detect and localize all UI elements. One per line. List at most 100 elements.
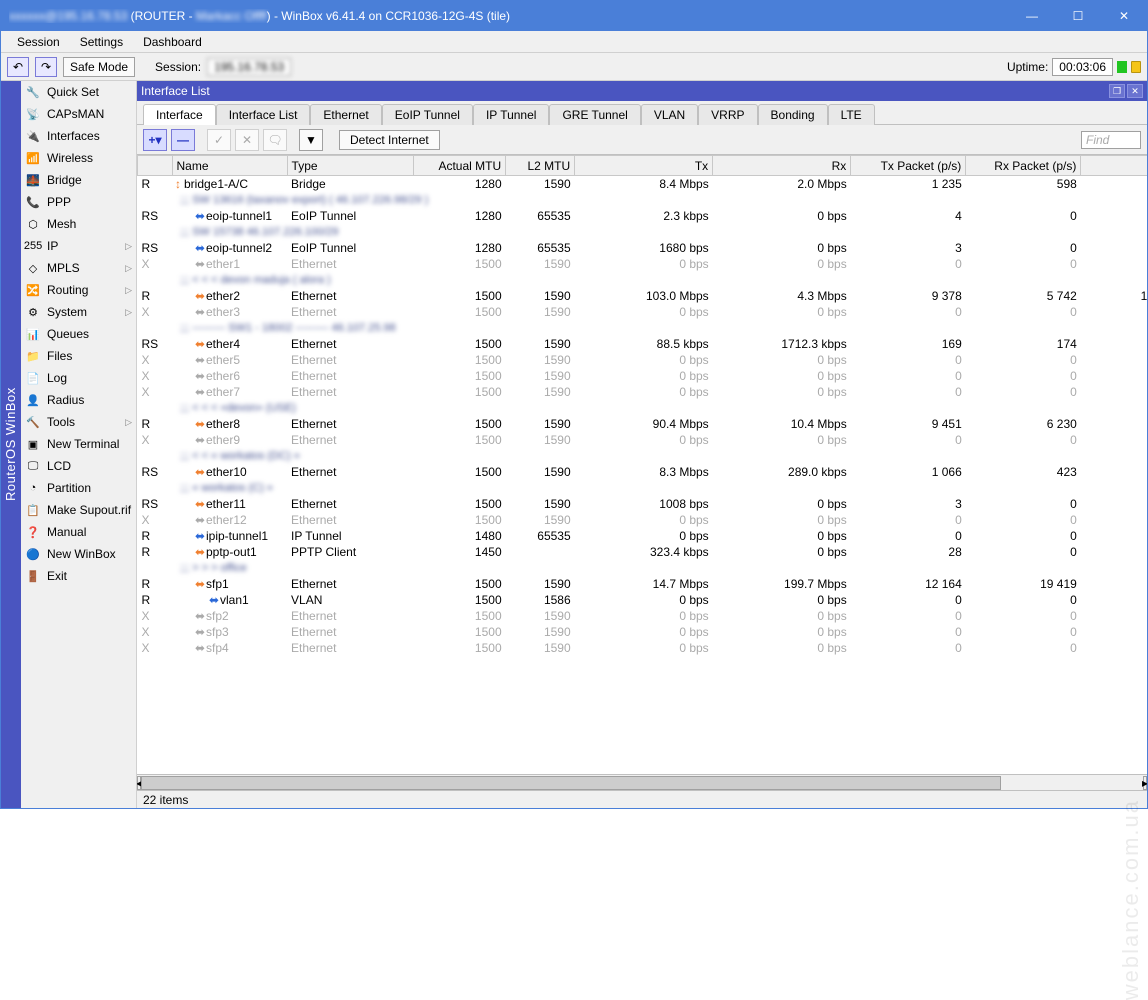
table-row[interactable]: X ⬌sfp2 Ethernet 1500 1590 0 bps 0 bps 0… [138, 608, 1148, 624]
column-header[interactable]: L2 MTU [506, 156, 575, 176]
table-row[interactable]: X ⬌ether6 Ethernet 1500 1590 0 bps 0 bps… [138, 368, 1148, 384]
table-row[interactable]: RS ⬌ether11 Ethernet 1500 1590 1008 bps … [138, 496, 1148, 512]
column-header[interactable] [138, 156, 173, 176]
table-row[interactable]: X ⬌ether9 Ethernet 1500 1590 0 bps 0 bps… [138, 432, 1148, 448]
sidebar-item-mesh[interactable]: ⬡Mesh [21, 213, 136, 235]
sidebar-item-lcd[interactable]: 🖵LCD [21, 455, 136, 477]
table-row[interactable]: ;;; < < < devon maduja ( alora ) [138, 272, 1148, 288]
tab-interface-list[interactable]: Interface List [216, 104, 311, 125]
tab-eoip-tunnel[interactable]: EoIP Tunnel [382, 104, 473, 125]
close-button[interactable]: ✕ [1101, 1, 1147, 31]
sidebar-icon: 🔵 [25, 546, 41, 562]
column-header[interactable]: Type [287, 156, 414, 176]
table-row[interactable]: ;;; « workatos (C) » [138, 480, 1148, 496]
safe-mode-button[interactable]: Safe Mode [63, 57, 135, 77]
sidebar-item-bridge[interactable]: 🌉Bridge [21, 169, 136, 191]
sidebar-item-interfaces[interactable]: 🔌Interfaces [21, 125, 136, 147]
remove-button[interactable]: — [171, 129, 195, 151]
column-header[interactable]: FP Tx [1081, 156, 1147, 176]
table-row[interactable]: ;;; SW 13616 (taxanov export) ( 46.107.2… [138, 192, 1148, 208]
tab-ethernet[interactable]: Ethernet [310, 104, 381, 125]
enable-button[interactable]: ✓ [207, 129, 231, 151]
table-row[interactable]: X ⬌ether1 Ethernet 1500 1590 0 bps 0 bps… [138, 256, 1148, 272]
sidebar-item-ip[interactable]: 255IP▷ [21, 235, 136, 257]
tab-ip-tunnel[interactable]: IP Tunnel [473, 104, 549, 125]
filter-button[interactable]: ▼ [299, 129, 323, 151]
tab-interface[interactable]: Interface [143, 104, 216, 125]
detect-internet-button[interactable]: Detect Internet [339, 130, 440, 150]
add-button[interactable]: +▾ [143, 129, 167, 151]
column-header[interactable]: Tx [575, 156, 713, 176]
sidebar-item-radius[interactable]: 👤Radius [21, 389, 136, 411]
sidebar-item-manual[interactable]: ❓Manual [21, 521, 136, 543]
table-row[interactable]: ;;; < < « workatos (DC) » [138, 448, 1148, 464]
interface-icon: ⬌ [194, 209, 206, 223]
menu-dashboard[interactable]: Dashboard [133, 33, 212, 51]
tab-lte[interactable]: LTE [828, 104, 875, 125]
sidebar-item-tools[interactable]: 🔨Tools▷ [21, 411, 136, 433]
sidebar-item-label: Log [47, 371, 67, 385]
sidebar-item-ppp[interactable]: 📞PPP [21, 191, 136, 213]
sidebar-item-mpls[interactable]: ◇MPLS▷ [21, 257, 136, 279]
sidebar-item-log[interactable]: 📄Log [21, 367, 136, 389]
sidebar-item-new-winbox[interactable]: 🔵New WinBox [21, 543, 136, 565]
column-header[interactable]: Rx [713, 156, 851, 176]
menu-settings[interactable]: Settings [70, 33, 133, 51]
sidebar-icon: ◇ [25, 260, 41, 276]
maximize-button[interactable]: ☐ [1055, 1, 1101, 31]
find-input[interactable]: Find [1081, 131, 1141, 149]
table-row[interactable]: ;;; > > > office [138, 560, 1148, 576]
table-row[interactable]: ;;; < < < «devon» (USE) [138, 400, 1148, 416]
table-row[interactable]: R ⬌ether2 Ethernet 1500 1590 103.0 Mbps … [138, 288, 1148, 304]
column-header[interactable]: Rx Packet (p/s) [966, 156, 1081, 176]
table-row[interactable]: R ⬌ipip-tunnel1 IP Tunnel 1480 65535 0 b… [138, 528, 1148, 544]
interface-table-wrap[interactable]: NameTypeActual MTUL2 MTUTxRxTx Packet (p… [137, 155, 1147, 774]
tab-gre-tunnel[interactable]: GRE Tunnel [549, 104, 640, 125]
column-header[interactable]: Actual MTU [414, 156, 506, 176]
table-row[interactable]: X ⬌ether3 Ethernet 1500 1590 0 bps 0 bps… [138, 304, 1148, 320]
tab-bonding[interactable]: Bonding [758, 104, 828, 125]
table-row[interactable]: R ⬌vlan1 VLAN 1500 1586 0 bps 0 bps 0 0 … [138, 592, 1148, 608]
undo-button[interactable]: ↶ [7, 57, 29, 77]
sidebar-item-files[interactable]: 📁Files [21, 345, 136, 367]
table-row[interactable]: X ⬌ether7 Ethernet 1500 1590 0 bps 0 bps… [138, 384, 1148, 400]
table-row[interactable]: X ⬌ether12 Ethernet 1500 1590 0 bps 0 bp… [138, 512, 1148, 528]
table-row[interactable]: RS ⬌ether10 Ethernet 1500 1590 8.3 Mbps … [138, 464, 1148, 480]
sidebar-item-new-terminal[interactable]: ▣New Terminal [21, 433, 136, 455]
sidebar-item-quick-set[interactable]: 🔧Quick Set [21, 81, 136, 103]
redo-button[interactable]: ↷ [35, 57, 57, 77]
sidebar-item-routing[interactable]: 🔀Routing▷ [21, 279, 136, 301]
sidebar-item-exit[interactable]: 🚪Exit [21, 565, 136, 587]
table-row[interactable]: ;;; --------- SW1 - 18002 --------- 46.1… [138, 320, 1148, 336]
sidebar-item-system[interactable]: ⚙System▷ [21, 301, 136, 323]
sidebar-item-partition[interactable]: ◔Partition [21, 477, 136, 499]
sidebar-item-wireless[interactable]: 📶Wireless [21, 147, 136, 169]
horizontal-scrollbar[interactable]: ◂ ▸ [137, 774, 1147, 790]
menu-session[interactable]: Session [7, 33, 70, 51]
table-row[interactable]: RS ⬌eoip-tunnel1 EoIP Tunnel 1280 65535 … [138, 208, 1148, 224]
table-row[interactable]: R ⬌ether8 Ethernet 1500 1590 90.4 Mbps 1… [138, 416, 1148, 432]
inner-toolbar: +▾ — ✓ ✕ 🗨 ▼ Detect Internet Find [137, 125, 1147, 155]
tab-vrrp[interactable]: VRRP [698, 104, 757, 125]
table-row[interactable]: X ⬌sfp4 Ethernet 1500 1590 0 bps 0 bps 0… [138, 640, 1148, 656]
table-row[interactable]: R ⬌sfp1 Ethernet 1500 1590 14.7 Mbps 199… [138, 576, 1148, 592]
table-row[interactable]: RS ⬌ether4 Ethernet 1500 1590 88.5 kbps … [138, 336, 1148, 352]
table-row[interactable]: X ⬌ether5 Ethernet 1500 1590 0 bps 0 bps… [138, 352, 1148, 368]
column-header[interactable]: Tx Packet (p/s) [851, 156, 966, 176]
watermark: weblance.com.ua [1118, 799, 1144, 1000]
column-header[interactable]: Name [172, 156, 287, 176]
sidebar-item-make-supout.rif[interactable]: 📋Make Supout.rif [21, 499, 136, 521]
sidebar-item-queues[interactable]: 📊Queues [21, 323, 136, 345]
sidebar-item-capsman[interactable]: 📡CAPsMAN [21, 103, 136, 125]
comment-button[interactable]: 🗨 [263, 129, 287, 151]
child-close-button[interactable]: ✕ [1127, 84, 1143, 98]
table-row[interactable]: X ⬌sfp3 Ethernet 1500 1590 0 bps 0 bps 0… [138, 624, 1148, 640]
minimize-button[interactable]: — [1009, 1, 1055, 31]
table-row[interactable]: ;;; SW 15738 46.107.226.100/29 [138, 224, 1148, 240]
table-row[interactable]: R ↕bridge1-A/C Bridge 1280 1590 8.4 Mbps… [138, 176, 1148, 192]
child-restore-button[interactable]: ❐ [1109, 84, 1125, 98]
table-row[interactable]: R ⬌pptp-out1 PPTP Client 1450 323.4 kbps… [138, 544, 1148, 560]
disable-button[interactable]: ✕ [235, 129, 259, 151]
table-row[interactable]: RS ⬌eoip-tunnel2 EoIP Tunnel 1280 65535 … [138, 240, 1148, 256]
tab-vlan[interactable]: VLAN [641, 104, 698, 125]
